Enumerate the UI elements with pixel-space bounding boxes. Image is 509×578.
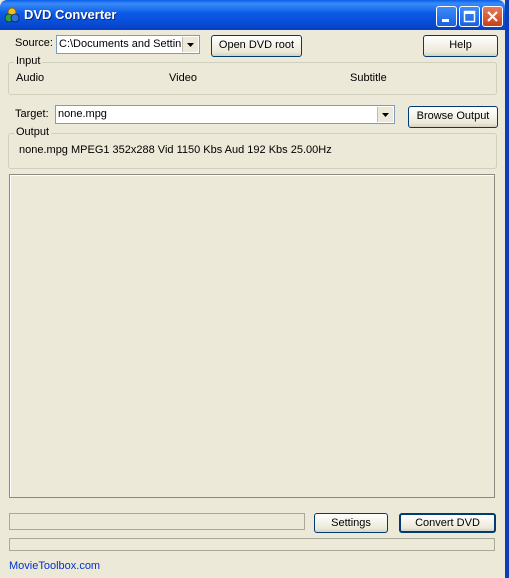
audio-label: Audio [16, 72, 45, 84]
open-dvd-root-button[interactable]: Open DVD root [211, 35, 302, 57]
source-label: Source: [15, 37, 53, 49]
progress-bar-top [9, 513, 305, 530]
progress-bar-bottom [9, 538, 495, 551]
client-area: Source: C:\Documents and Settin Open DVD… [4, 30, 501, 578]
minimize-button[interactable] [436, 6, 457, 27]
window-title: DVD Converter [24, 7, 117, 22]
close-icon [487, 11, 498, 22]
chevron-down-icon[interactable] [182, 37, 198, 52]
browse-output-button[interactable]: Browse Output [408, 106, 498, 128]
source-value: C:\Documents and Settin [59, 38, 181, 50]
video-label: Video [169, 72, 197, 84]
close-button[interactable] [482, 6, 503, 27]
movietoolbox-link[interactable]: MovieToolbox.com [9, 560, 100, 572]
maximize-button[interactable] [459, 6, 480, 27]
source-dropdown[interactable]: C:\Documents and Settin [56, 35, 200, 54]
maximize-icon [463, 10, 476, 23]
target-dropdown[interactable]: none.mpg [55, 105, 395, 124]
dvd-converter-app-icon [4, 7, 20, 23]
subtitle-label: Subtitle [350, 72, 387, 84]
minimize-icon [442, 19, 449, 22]
target-value: none.mpg [58, 108, 107, 120]
title-bar[interactable]: DVD Converter [0, 0, 505, 30]
input-group-title: Input [14, 55, 43, 67]
output-info-text: none.mpg MPEG1 352x288 Vid 1150 Kbs Aud … [19, 144, 332, 156]
input-group: Input Audio Video Subtitle [8, 55, 497, 95]
chevron-down-icon[interactable] [377, 107, 393, 122]
settings-button[interactable]: Settings [314, 513, 388, 533]
target-label: Target: [15, 108, 49, 120]
output-group: Output none.mpg MPEG1 352x288 Vid 1150 K… [8, 126, 497, 169]
log-panel [9, 174, 495, 498]
dvd-converter-window: DVD Converter Source: C:\Documents and S… [0, 0, 509, 578]
help-button[interactable]: Help [423, 35, 498, 57]
convert-dvd-button[interactable]: Convert DVD [399, 513, 496, 533]
output-group-title: Output [14, 126, 52, 138]
